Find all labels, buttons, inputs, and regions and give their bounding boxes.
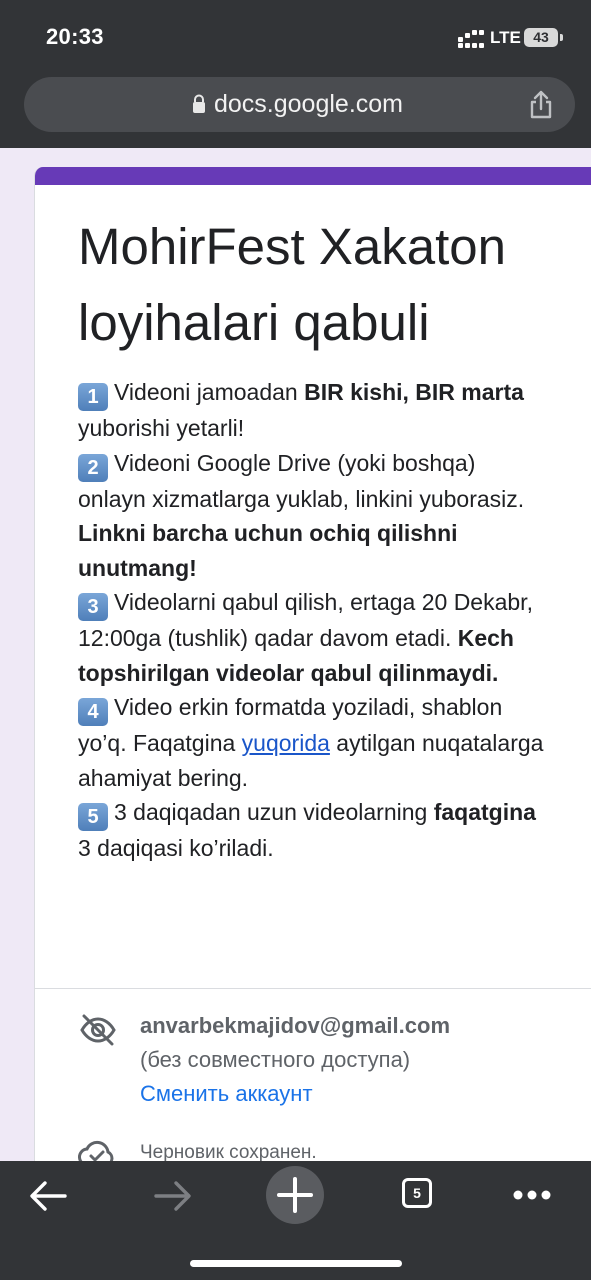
- description-line: 12:00ga (tushlik) qadar davom etadi. Kec…: [78, 625, 514, 651]
- home-indicator: [190, 1260, 402, 1267]
- form-description: 1 Videoni jamoadan BIR kishi, BIR marta y…: [78, 375, 591, 866]
- forward-arrow-icon[interactable]: [144, 1168, 200, 1224]
- description-line: 3 daqiqasi ko’riladi.: [78, 835, 274, 861]
- keycap-2-icon: 2: [78, 453, 108, 482]
- description-line: onlayn xizmatlarga yuklab, linkini yubor…: [78, 485, 525, 512]
- network-type: LTE: [490, 28, 521, 47]
- description-line: 4 Video erkin formatda yoziladi, shablon: [78, 690, 591, 726]
- back-arrow-icon[interactable]: [21, 1168, 77, 1224]
- description-line: 2 Videoni Google Drive (yoki boshqa): [78, 446, 591, 482]
- cellular-signal-icon: [458, 30, 484, 48]
- plus-icon: [277, 1177, 313, 1213]
- description-line: Linkni barcha uchun ochiq qilishni: [78, 520, 458, 546]
- status-time: 20:33: [46, 24, 104, 49]
- description-line: yo’q. Faqatgina yuqorida aytilgan nuqata…: [78, 730, 544, 756]
- new-tab-button[interactable]: [266, 1166, 324, 1224]
- description-line: 53 daqiqadan uzun videolarning faqatgina: [78, 795, 591, 831]
- eye-off-icon: [80, 1014, 116, 1046]
- account-email: anvarbekmajidov@gmail.com: [140, 1013, 451, 1038]
- description-line: ahamiyat bering.: [78, 764, 249, 791]
- description-line: topshirilgan videolar qabul qilinmaydi.: [78, 659, 499, 686]
- form-accent-bar: [35, 167, 591, 185]
- keycap-5-icon: 5: [78, 803, 108, 831]
- yuqorida-link[interactable]: yuqorida: [242, 730, 330, 756]
- description-line: 1 Videoni jamoadan BIR kishi, BIR marta: [78, 375, 591, 411]
- url-text[interactable]: docs.google.com: [214, 90, 403, 119]
- description-line: unutmang!: [78, 554, 197, 581]
- sharing-note: (без совместного доступа): [140, 1047, 411, 1072]
- tab-switcher-button[interactable]: 5: [402, 1178, 432, 1208]
- form-header-card: MohirFest Xakaton loyihalari qabuli 1 Vid…: [34, 167, 591, 1167]
- keycap-1-icon: 1: [78, 383, 108, 411]
- browser-top-bar: 20:33 LTE 43 docs.google.com: [0, 0, 591, 148]
- share-icon[interactable]: [527, 89, 555, 119]
- keycap-4-icon: 4: [78, 698, 108, 726]
- divider: [35, 988, 591, 989]
- switch-account-link[interactable]: Сменить аккаунт: [140, 1081, 313, 1107]
- description-line: 3 Videolarni qabul qilish, ertaga 20 Deka…: [78, 585, 591, 621]
- address-bar[interactable]: docs.google.com: [24, 77, 575, 132]
- form-title: MohirFest Xakaton loyihalari qabuli: [78, 218, 507, 351]
- keycap-3-icon: 3: [78, 593, 108, 621]
- more-menu-icon[interactable]: [508, 1171, 564, 1227]
- battery-icon: 43: [524, 28, 563, 47]
- lock-icon: [193, 94, 205, 113]
- description-line: yuborishi yetarli!: [78, 415, 245, 441]
